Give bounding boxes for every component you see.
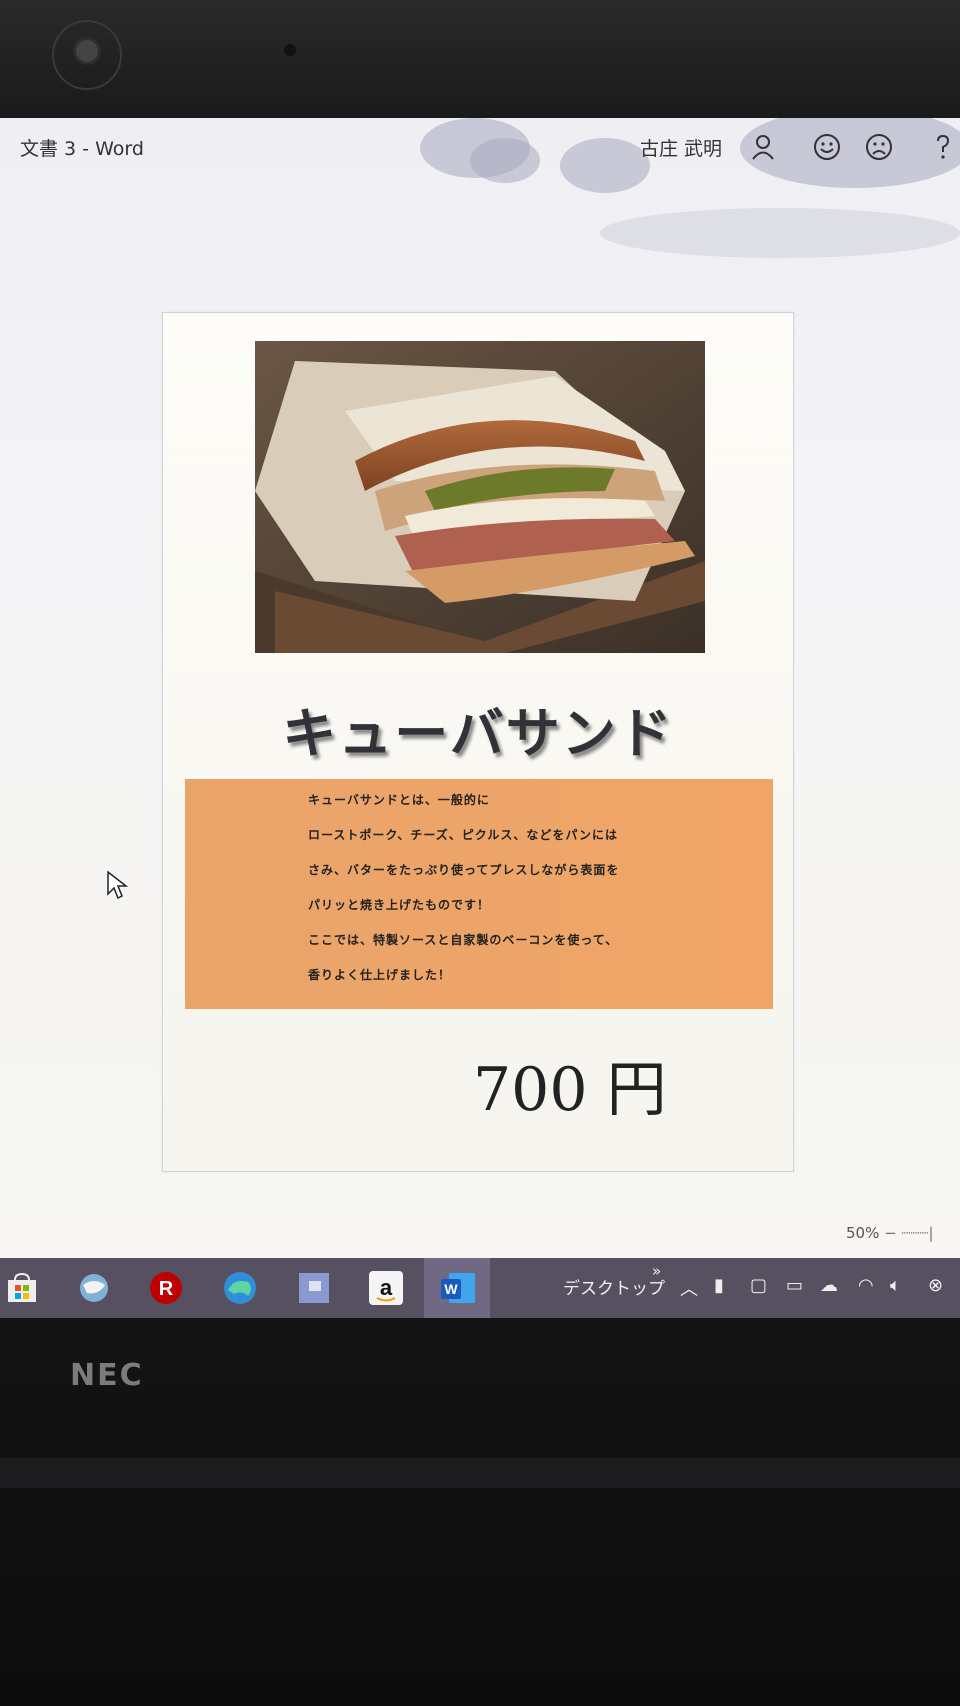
laptop-bezel-bottom: NEC xyxy=(0,1318,960,1706)
account-icon[interactable] xyxy=(746,130,780,164)
volume-icon[interactable]: 🔈︎ xyxy=(890,1275,901,1296)
desktop-toolbar-label[interactable]: デスクトップ xyxy=(563,1274,665,1299)
light-sensor xyxy=(284,44,296,56)
screen: 文書 3 - Word 古庄 武明 キューバサンド キューバサンドとは、一般的に… xyxy=(0,118,960,1318)
price: 700 円 xyxy=(473,1055,667,1125)
description-line: キューバサンドとは、一般的に xyxy=(308,793,490,807)
description-line: さみ、バターをたっぷり使ってプレスしながら表面を xyxy=(308,863,620,877)
zoom-value: 50% xyxy=(846,1224,880,1242)
description-line: ローストポーク、チーズ、ピクルス、などをパンには xyxy=(308,828,618,842)
browser-icon[interactable] xyxy=(74,1268,114,1308)
title-bar: 文書 3 - Word 古庄 武明 xyxy=(0,118,960,258)
word-icon[interactable]: W xyxy=(438,1268,478,1308)
amazon-icon[interactable]: a xyxy=(366,1268,406,1308)
help-icon[interactable] xyxy=(926,130,960,164)
document-page[interactable]: キューバサンド キューバサンドとは、一般的に ローストポーク、チーズ、ピクルス、… xyxy=(162,312,794,1172)
zoom-level[interactable]: 50% − ┈┈┈| xyxy=(846,1224,934,1242)
description-line: パリッと焼き上げたものです！ xyxy=(308,898,491,912)
edge-icon[interactable] xyxy=(220,1268,260,1308)
cuban-sandwich-photo[interactable] xyxy=(255,341,705,653)
mouse-pointer-icon xyxy=(106,870,129,904)
battery-saver-icon[interactable]: ▮ xyxy=(714,1275,724,1296)
wifi-icon[interactable]: ◠ xyxy=(858,1275,874,1296)
svg-text:R: R xyxy=(159,1278,174,1300)
webcam-icon xyxy=(76,40,98,62)
toolbar-overflow[interactable]: » xyxy=(652,1262,661,1280)
description-line: ここでは、特製ソースと自家製のベーコンを使って、 xyxy=(308,933,619,947)
frown-feedback-icon[interactable] xyxy=(862,130,896,164)
taskbar: R a W デスクトップ » ︿ ▮ ▢ ▭ ☁ ◠ 🔈︎ ⊗ xyxy=(0,1258,960,1318)
user-name[interactable]: 古庄 武明 xyxy=(640,134,722,161)
document-title: 文書 3 - Word xyxy=(20,138,144,160)
app-icon[interactable] xyxy=(294,1268,334,1308)
brand-logo: NEC xyxy=(70,1358,144,1393)
svg-text:a: a xyxy=(380,1275,393,1300)
description-line: 香りよく仕上げました！ xyxy=(308,968,452,982)
meet-now-icon[interactable]: ▢ xyxy=(750,1275,767,1296)
battery-icon[interactable]: ▭ xyxy=(786,1275,803,1296)
menu-item-title: キューバサンド xyxy=(282,701,674,765)
store-icon[interactable] xyxy=(2,1268,42,1308)
cloud-icon[interactable]: ☁ xyxy=(820,1275,838,1296)
smile-feedback-icon[interactable] xyxy=(810,130,844,164)
close-circle-icon[interactable]: ⊗ xyxy=(928,1275,943,1296)
rakuten-icon[interactable]: R xyxy=(146,1268,186,1308)
svg-text:W: W xyxy=(444,1281,458,1297)
zoom-slider[interactable]: − ┈┈┈| xyxy=(884,1224,933,1242)
chevron-up-icon[interactable]: ︿ xyxy=(680,1275,698,1301)
description-box: キューバサンドとは、一般的に ローストポーク、チーズ、ピクルス、などをパンには … xyxy=(185,779,773,1009)
laptop-bezel-top xyxy=(0,0,960,118)
laptop-hinge xyxy=(0,1458,960,1488)
